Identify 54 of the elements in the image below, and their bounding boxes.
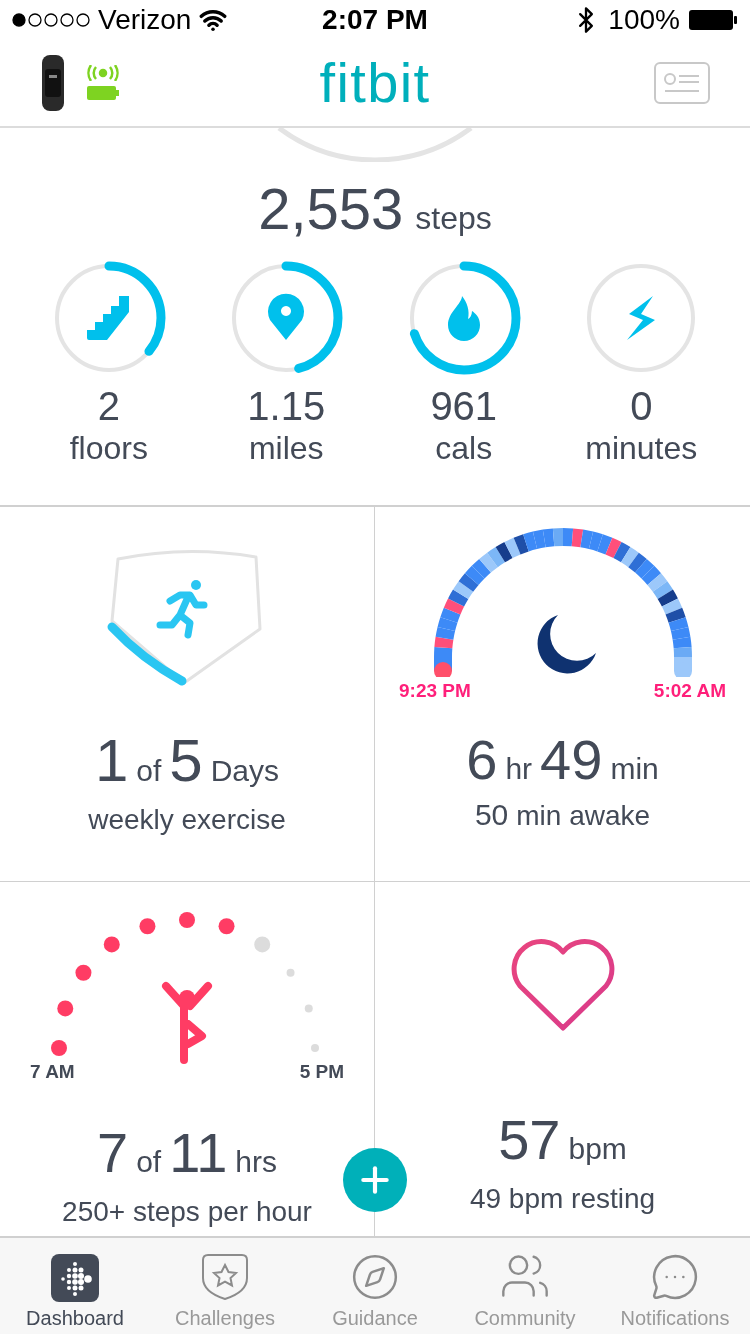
stat-label: miles [248, 432, 324, 464]
unit-label: of [136, 756, 162, 786]
sleep-start-time: 9:23 PM [399, 679, 471, 703]
unit-label: of [136, 1146, 162, 1177]
dashboard-icon [51, 1254, 99, 1302]
tile-caption: weekly exercise [88, 803, 286, 837]
unit-label: bpm [568, 1134, 627, 1164]
heart-rate-tile[interactable]: 57 bpm 49 bpm resting [375, 882, 750, 1236]
compass-icon [350, 1252, 400, 1302]
clock-time: 2:07 PM [322, 3, 428, 37]
stat-value: 961 [430, 386, 498, 426]
value-number: 49 [540, 731, 603, 788]
value-number: 11 [169, 1124, 228, 1181]
start-hour-label: 7 AM [30, 1060, 75, 1084]
tile-caption: 250+ steps per hour [62, 1194, 312, 1229]
value-number: 5 [169, 731, 203, 791]
unit-label: Days [210, 756, 280, 786]
stat-label: floors [69, 432, 148, 464]
end-hour-label: 5 PM [299, 1060, 344, 1084]
chat-bubble-icon [650, 1252, 700, 1302]
stat-value: 0 [630, 386, 653, 426]
value-number: 1 [94, 731, 129, 791]
unit-label: min [610, 753, 659, 784]
steps-unit: steps [415, 202, 492, 234]
fitness-tracker-icon [40, 55, 66, 111]
sync-signal-icon [86, 65, 120, 81]
value-number: 6 [466, 731, 498, 788]
id-card-icon [663, 72, 701, 94]
shield-star-icon [200, 1252, 250, 1302]
moon-icon [537, 615, 596, 674]
exercise-tile[interactable]: 1 of 5 Days weekly exercise [0, 507, 375, 882]
value-number: 57 [498, 1112, 561, 1168]
stat-label: minutes [585, 432, 698, 464]
person-stretching-icon [162, 982, 212, 1064]
value-number: 7 [97, 1124, 129, 1181]
unit-label: hr [505, 753, 533, 784]
unit-label: hrs [235, 1146, 277, 1177]
battery-percentage: 100% [608, 3, 680, 37]
device-battery-icon [86, 85, 120, 101]
unit-label: min awake [516, 801, 651, 830]
sleep-tile[interactable]: 9:23 PM 5:02 AM 6 hr 49 min 50 min awake [375, 507, 750, 882]
profile-card-button[interactable] [654, 62, 710, 104]
carrier-name: Verizon [98, 3, 192, 37]
signal-strength-icon [12, 13, 90, 27]
tile-caption: 49 bpm resting [469, 1182, 656, 1216]
stat-value: 2 [97, 386, 120, 426]
steps-count: 2,553 [258, 180, 404, 238]
value-number: 50 [474, 799, 509, 830]
sleep-end-time: 5:02 AM [653, 679, 726, 703]
tab[interactable]: Dashboard [0, 1238, 150, 1334]
battery-icon [688, 9, 738, 31]
fitbit-logo: fitbit [319, 55, 431, 111]
stat-value: 1.15 [247, 386, 326, 426]
stat-label: cals [435, 432, 493, 464]
